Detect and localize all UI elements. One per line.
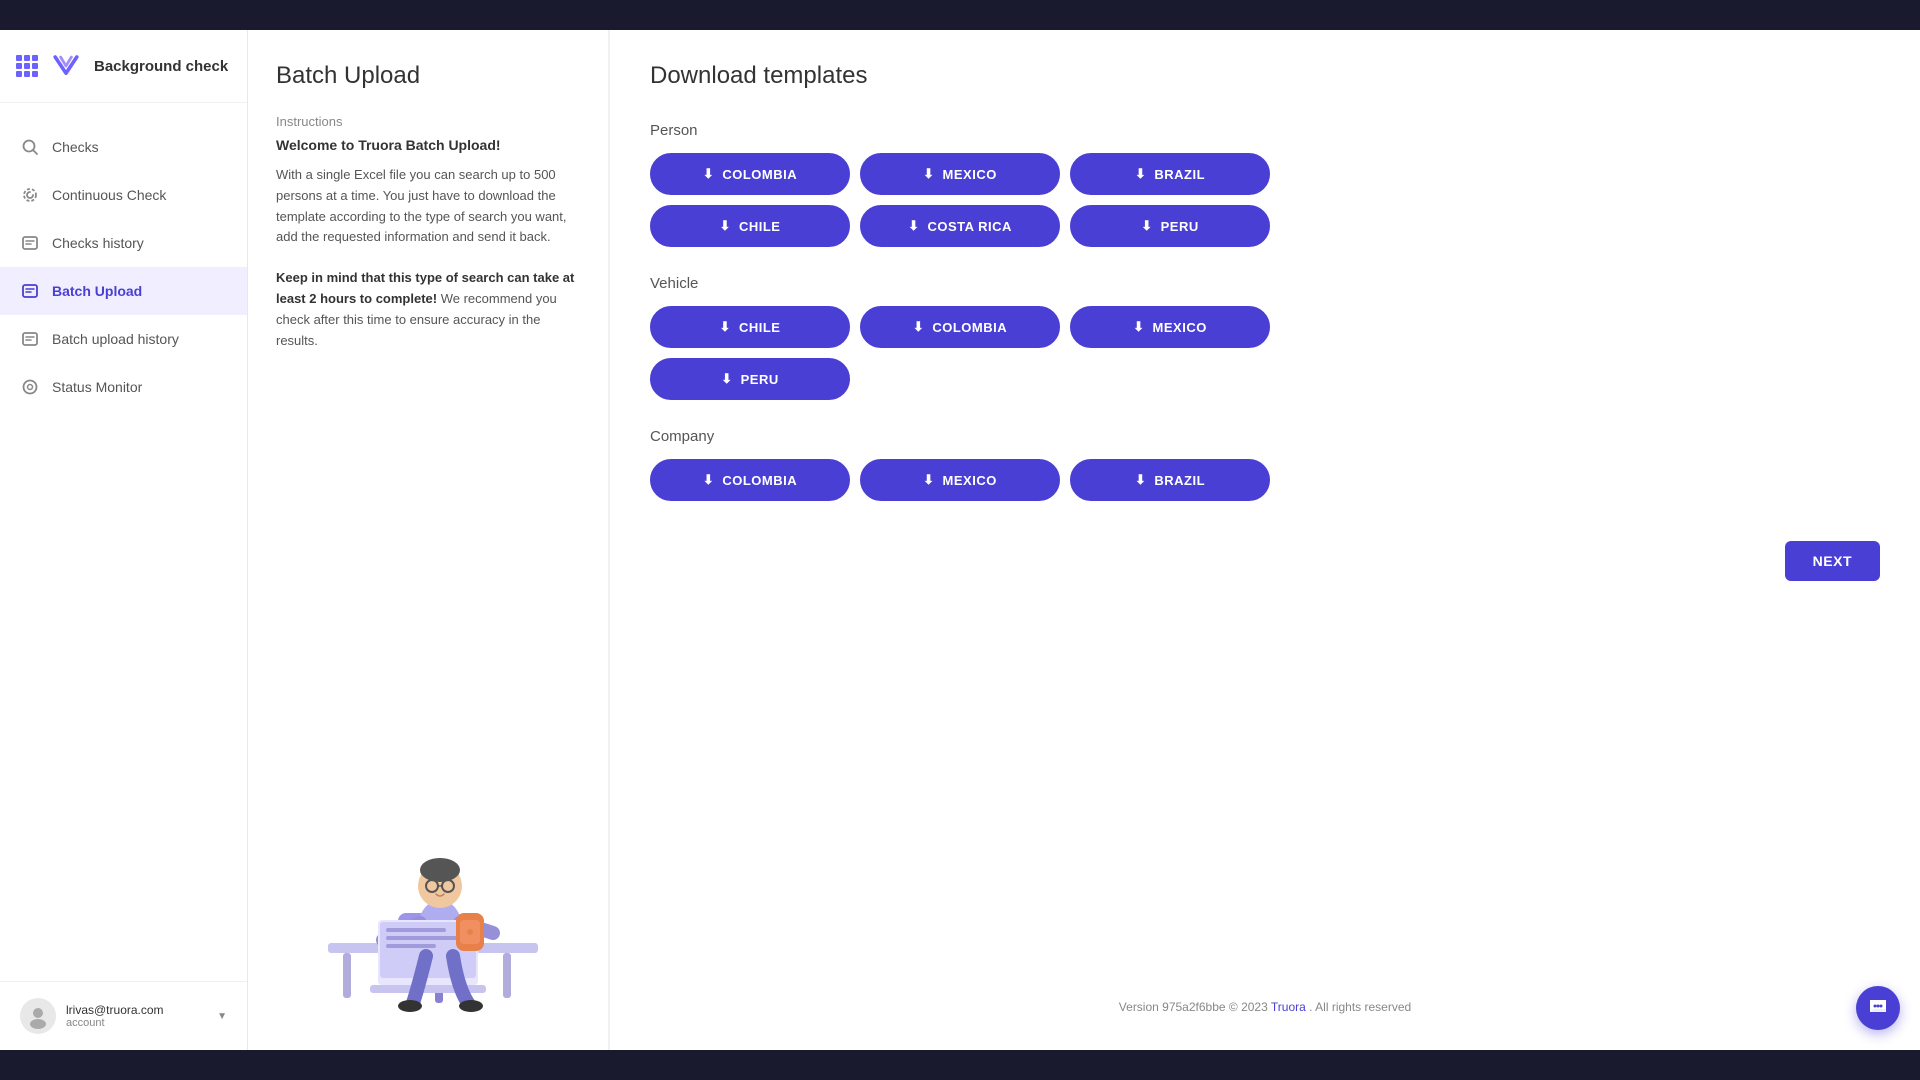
btn-label: PERU bbox=[1161, 219, 1199, 234]
vehicle-section-label: Vehicle bbox=[650, 275, 1880, 292]
sidebar-item-checks[interactable]: Checks bbox=[0, 123, 247, 171]
instructions-label: Instructions bbox=[276, 114, 580, 129]
person-section-label: Person bbox=[650, 122, 1880, 139]
download-arrow-icon: ⬇ bbox=[703, 472, 714, 488]
download-arrow-icon: ⬇ bbox=[720, 218, 731, 234]
dl-btn-person-peru[interactable]: ⬇ PERU bbox=[1070, 205, 1270, 247]
download-arrow-icon: ⬇ bbox=[923, 166, 934, 182]
download-arrow-icon: ⬇ bbox=[721, 371, 732, 387]
logo-icon bbox=[48, 48, 84, 84]
footer-text: Version 975a2f6bbe © 2023 Truora . All r… bbox=[650, 988, 1880, 1018]
user-email: lrivas@truora.com bbox=[66, 1003, 207, 1017]
download-arrow-icon: ⬇ bbox=[1135, 472, 1146, 488]
sidebar-item-continuous-check[interactable]: Continuous Check bbox=[0, 171, 247, 219]
download-arrow-icon: ⬇ bbox=[1141, 218, 1152, 234]
batch-history-icon bbox=[20, 329, 40, 349]
history-icon bbox=[20, 233, 40, 253]
dl-btn-vehicle-colombia[interactable]: ⬇ COLOMBIA bbox=[860, 306, 1060, 348]
user-info: lrivas@truora.com account bbox=[66, 1003, 207, 1029]
main-content: Batch Upload Instructions Welcome to Tru… bbox=[248, 30, 1920, 1050]
btn-label: PERU bbox=[741, 372, 779, 387]
sidebar-item-status-monitor[interactable]: Status Monitor bbox=[0, 363, 247, 411]
next-button[interactable]: NEXT bbox=[1785, 541, 1880, 581]
download-arrow-icon: ⬇ bbox=[1135, 166, 1146, 182]
download-arrow-icon: ⬇ bbox=[923, 472, 934, 488]
batch-upload-panel: Batch Upload Instructions Welcome to Tru… bbox=[248, 30, 608, 1050]
company-section-label: Company bbox=[650, 428, 1880, 445]
sidebar-item-checks-history-label: Checks history bbox=[52, 235, 144, 251]
sidebar-header: Background check bbox=[0, 30, 247, 103]
dl-btn-vehicle-mexico[interactable]: ⬇ MEXICO bbox=[1070, 306, 1270, 348]
dl-btn-person-costa-rica[interactable]: ⬇ COSTA RICA bbox=[860, 205, 1060, 247]
dl-btn-company-mexico[interactable]: ⬇ MEXICO bbox=[860, 459, 1060, 501]
btn-label: COLOMBIA bbox=[722, 473, 797, 488]
sidebar-item-checks-label: Checks bbox=[52, 139, 99, 155]
vehicle-buttons-grid: ⬇ CHILE ⬇ COLOMBIA ⬇ MEXICO ⬇ PERU bbox=[650, 306, 1880, 400]
btn-label: BRAZIL bbox=[1154, 473, 1205, 488]
download-arrow-icon: ⬇ bbox=[1133, 319, 1144, 335]
dl-btn-company-brazil[interactable]: ⬇ BRAZIL bbox=[1070, 459, 1270, 501]
btn-label: COSTA RICA bbox=[927, 219, 1011, 234]
person-buttons-grid: ⬇ COLOMBIA ⬇ MEXICO ⬇ BRAZIL ⬇ CHILE ⬇ bbox=[650, 153, 1880, 247]
company-buttons-grid: ⬇ COLOMBIA ⬇ MEXICO ⬇ BRAZIL bbox=[650, 459, 1880, 501]
footer-link[interactable]: Truora bbox=[1271, 1000, 1306, 1014]
download-arrow-icon: ⬇ bbox=[703, 166, 714, 182]
sidebar-item-batch-upload-history[interactable]: Batch upload history bbox=[0, 315, 247, 363]
sidebar-item-batch-upload-history-label: Batch upload history bbox=[52, 331, 179, 347]
monitor-icon bbox=[20, 377, 40, 397]
dl-btn-person-brazil[interactable]: ⬇ BRAZIL bbox=[1070, 153, 1270, 195]
grid-icon[interactable] bbox=[16, 55, 38, 77]
dl-btn-vehicle-peru[interactable]: ⬇ PERU bbox=[650, 358, 850, 400]
sidebar-item-batch-upload[interactable]: Batch Upload bbox=[0, 267, 247, 315]
chat-bubble[interactable] bbox=[1856, 986, 1900, 1030]
illustration bbox=[276, 371, 580, 1018]
download-arrow-icon: ⬇ bbox=[908, 218, 919, 234]
search-icon bbox=[20, 137, 40, 157]
sidebar-item-batch-upload-label: Batch Upload bbox=[52, 283, 142, 299]
btn-label: COLOMBIA bbox=[722, 167, 797, 182]
btn-label: MEXICO bbox=[1153, 320, 1207, 335]
btn-label: BRAZIL bbox=[1154, 167, 1205, 182]
batch-upload-title: Batch Upload bbox=[276, 62, 580, 90]
dl-btn-company-colombia[interactable]: ⬇ COLOMBIA bbox=[650, 459, 850, 501]
btn-label: MEXICO bbox=[943, 167, 997, 182]
btn-label: CHILE bbox=[739, 219, 781, 234]
app-title: Background check bbox=[94, 58, 228, 75]
instructions-warning: Keep in mind that this type of search ca… bbox=[276, 268, 580, 351]
refresh-icon bbox=[20, 185, 40, 205]
dl-btn-person-mexico[interactable]: ⬇ MEXICO bbox=[860, 153, 1060, 195]
footer-version: Version 975a2f6bbe © 2023 bbox=[1119, 1000, 1268, 1014]
sidebar-item-checks-history[interactable]: Checks history bbox=[0, 219, 247, 267]
upload-icon bbox=[20, 281, 40, 301]
sidebar-footer[interactable]: lrivas@truora.com account ▼ bbox=[0, 981, 247, 1050]
footer-suffix: . All rights reserved bbox=[1309, 1000, 1411, 1014]
btn-label: MEXICO bbox=[943, 473, 997, 488]
sidebar-nav: Checks Continuous Check Checks history bbox=[0, 103, 247, 981]
sidebar-item-status-monitor-label: Status Monitor bbox=[52, 379, 142, 395]
btn-label: CHILE bbox=[739, 320, 781, 335]
chevron-down-icon: ▼ bbox=[217, 1011, 227, 1022]
avatar bbox=[20, 998, 56, 1034]
templates-title: Download templates bbox=[650, 62, 1880, 90]
templates-panel: Download templates Person ⬇ COLOMBIA ⬇ M… bbox=[610, 30, 1920, 1050]
dl-btn-person-colombia[interactable]: ⬇ COLOMBIA bbox=[650, 153, 850, 195]
instructions-welcome: Welcome to Truora Batch Upload! bbox=[276, 137, 580, 153]
sidebar-item-continuous-check-label: Continuous Check bbox=[52, 187, 166, 203]
sidebar: Background check Checks Continuous Check bbox=[0, 30, 248, 1050]
download-arrow-icon: ⬇ bbox=[913, 319, 924, 335]
instructions-desc: With a single Excel file you can search … bbox=[276, 165, 580, 248]
dl-btn-person-chile[interactable]: ⬇ CHILE bbox=[650, 205, 850, 247]
dl-btn-vehicle-chile[interactable]: ⬇ CHILE bbox=[650, 306, 850, 348]
btn-label: COLOMBIA bbox=[932, 320, 1007, 335]
download-arrow-icon: ⬇ bbox=[720, 319, 731, 335]
user-account-label: account bbox=[66, 1017, 207, 1029]
